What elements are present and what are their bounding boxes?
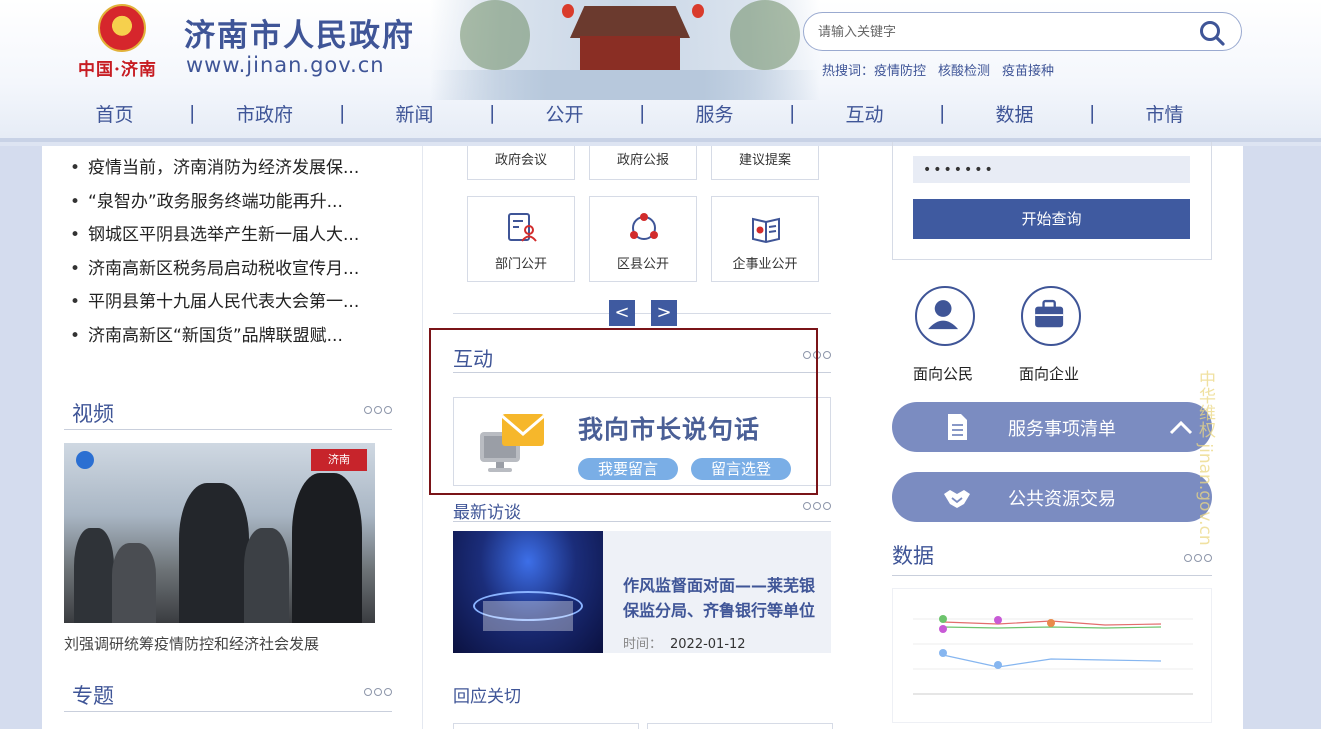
tile-dept-disclosure[interactable]: 部门公开	[467, 196, 575, 282]
hot-search-label: 热搜词：	[822, 64, 875, 79]
nav-home[interactable]: 首页	[40, 100, 189, 127]
next-arrow-button[interactable]: >	[651, 300, 677, 326]
news-item[interactable]: 济南高新区税务局启动税收宣传月...	[70, 253, 390, 287]
query-panel: 开始查询	[892, 142, 1212, 260]
chevron-up-icon[interactable]	[1169, 417, 1193, 437]
left-column: 疫情当前，济南消防为经济发展保... “泉智办”政务服务终端功能再升... 钢城…	[42, 146, 422, 729]
open-book-icon	[752, 217, 780, 244]
hot-search-term[interactable]: 疫情防控	[874, 64, 926, 79]
topic-section-title[interactable]: 专题	[72, 680, 114, 710]
highlight-frame	[429, 328, 818, 495]
tile-county-disclosure[interactable]: 区县公开	[589, 196, 697, 282]
visit-section-header: 最新访谈	[453, 494, 831, 523]
video-logo: 济南	[311, 449, 367, 471]
more-icon[interactable]	[364, 688, 392, 698]
tile-label: 部门公开	[494, 257, 547, 272]
main-nav: 首页 | 市政府 | 新闻 | 公开 | 服务 | 互动 | 数据 | 市情	[40, 96, 1280, 130]
citizen-button[interactable]	[915, 286, 975, 346]
news-item[interactable]: “泉智办”政务服务终端功能再升...	[70, 186, 390, 220]
nav-data[interactable]: 数据	[940, 100, 1089, 127]
service-list-bar[interactable]: 服务事项清单	[892, 402, 1212, 452]
handshake-icon	[944, 490, 970, 508]
data-chart-thumbnail[interactable]	[892, 588, 1212, 723]
site-url[interactable]: www.jinan.gov.cn	[186, 53, 385, 77]
visit-date: 时间： 2022-01-12	[623, 633, 746, 652]
nav-service[interactable]: 服务	[640, 100, 789, 127]
topic-section-header: 专题	[64, 678, 392, 712]
nav-city-info[interactable]: 市情	[1090, 100, 1239, 127]
visit-image	[453, 531, 603, 653]
tile-gov-meeting[interactable]: 政府会议	[467, 146, 575, 180]
hot-search-term[interactable]: 疫苗接种	[1002, 64, 1054, 79]
news-item[interactable]: 钢城区平阴县选举产生新一届人大...	[70, 219, 390, 253]
banner-image	[430, 0, 820, 100]
nav-interaction[interactable]: 互动	[790, 100, 939, 127]
news-item[interactable]: 疫情当前，济南消防为经济发展保...	[70, 152, 390, 186]
visit-headline[interactable]: 作风监督面对面——莱芜银保监分局、齐鲁银行等单位	[623, 573, 823, 623]
tile-gov-gazette[interactable]: 政府公报	[589, 146, 697, 180]
network-nodes-icon	[630, 213, 658, 240]
more-icon[interactable]	[1184, 554, 1212, 564]
prev-arrow-button[interactable]: <	[609, 300, 635, 326]
service-list-label: 服务事项清单	[1008, 419, 1116, 440]
site-title[interactable]: 济南市人民政府	[184, 10, 415, 55]
news-list: 疫情当前，济南消防为经济发展保... “泉智办”政务服务终端功能再升... 钢城…	[70, 152, 390, 353]
nav-government[interactable]: 市政府	[190, 100, 339, 127]
public-resource-bar[interactable]: 公共资源交易	[892, 472, 1212, 522]
person-icon	[928, 300, 959, 330]
page-background-right	[1243, 146, 1321, 729]
citizen-label[interactable]: 面向公民	[913, 363, 973, 384]
more-icon[interactable]	[803, 502, 831, 512]
video-thumbnail[interactable]: 济南	[64, 443, 375, 623]
tile-label: 企事业公开	[732, 257, 798, 272]
site-header: ★ 中国·济南 济南市人民政府 www.jinan.gov.cn 热搜词：疫情防…	[0, 0, 1321, 142]
search-box	[803, 12, 1242, 51]
enterprise-label[interactable]: 面向企业	[1019, 363, 1079, 384]
start-query-button[interactable]: 开始查询	[913, 199, 1190, 239]
news-item[interactable]: 平阴县第十九届人民代表大会第一...	[70, 286, 390, 320]
response-card[interactable]	[647, 723, 833, 729]
nav-disclosure[interactable]: 公开	[490, 100, 639, 127]
national-emblem-icon: ★	[98, 4, 146, 52]
video-caption[interactable]: 刘强调研统筹疫情防控和经济社会发展	[64, 633, 319, 654]
news-item[interactable]: 济南高新区“新国货”品牌联盟赋...	[70, 320, 390, 354]
briefcase-icon	[1035, 299, 1064, 328]
response-card[interactable]	[453, 723, 639, 729]
date-label: 时间：	[623, 637, 663, 652]
tile-label: 区县公开	[616, 257, 669, 272]
response-section-header: 回应关切	[453, 678, 831, 707]
data-section-title[interactable]: 数据	[892, 540, 934, 570]
divider	[453, 313, 831, 314]
hot-search: 热搜词：疫情防控 核酸检测 疫苗接种	[822, 60, 1066, 79]
search-input[interactable]	[818, 22, 1178, 42]
document-icon	[948, 414, 967, 440]
enterprise-button[interactable]	[1021, 286, 1081, 346]
nav-news[interactable]: 新闻	[340, 100, 489, 127]
visit-section-title[interactable]: 最新访谈	[453, 498, 521, 523]
city-mark: 中国·济南	[78, 60, 157, 80]
date-value: 2022-01-12	[670, 637, 746, 652]
page-background-left	[0, 146, 42, 729]
line-chart-graphic	[913, 615, 1193, 695]
response-section-title[interactable]: 回应关切	[453, 682, 521, 707]
password-field[interactable]	[913, 156, 1190, 183]
more-icon[interactable]	[364, 406, 392, 416]
tile-enterprise-disclosure[interactable]: 企事业公开	[711, 196, 819, 282]
hot-search-term[interactable]: 核酸检测	[938, 64, 990, 79]
tile-proposals[interactable]: 建议提案	[711, 146, 819, 180]
visit-card[interactable]: 作风监督面对面——莱芜银保监分局、齐鲁银行等单位 时间： 2022-01-12	[453, 531, 831, 653]
public-resource-label: 公共资源交易	[1008, 489, 1116, 510]
document-person-icon	[508, 213, 537, 242]
right-column: 开始查询 面向公民 面向企业 服务事项清单 公共资源交易	[865, 142, 1243, 729]
search-icon[interactable]	[1198, 19, 1226, 47]
video-section-header: 视频	[64, 396, 392, 430]
tv-station-logo	[76, 451, 94, 469]
video-section-title[interactable]: 视频	[72, 398, 114, 428]
data-section-header: 数据	[892, 536, 1212, 576]
